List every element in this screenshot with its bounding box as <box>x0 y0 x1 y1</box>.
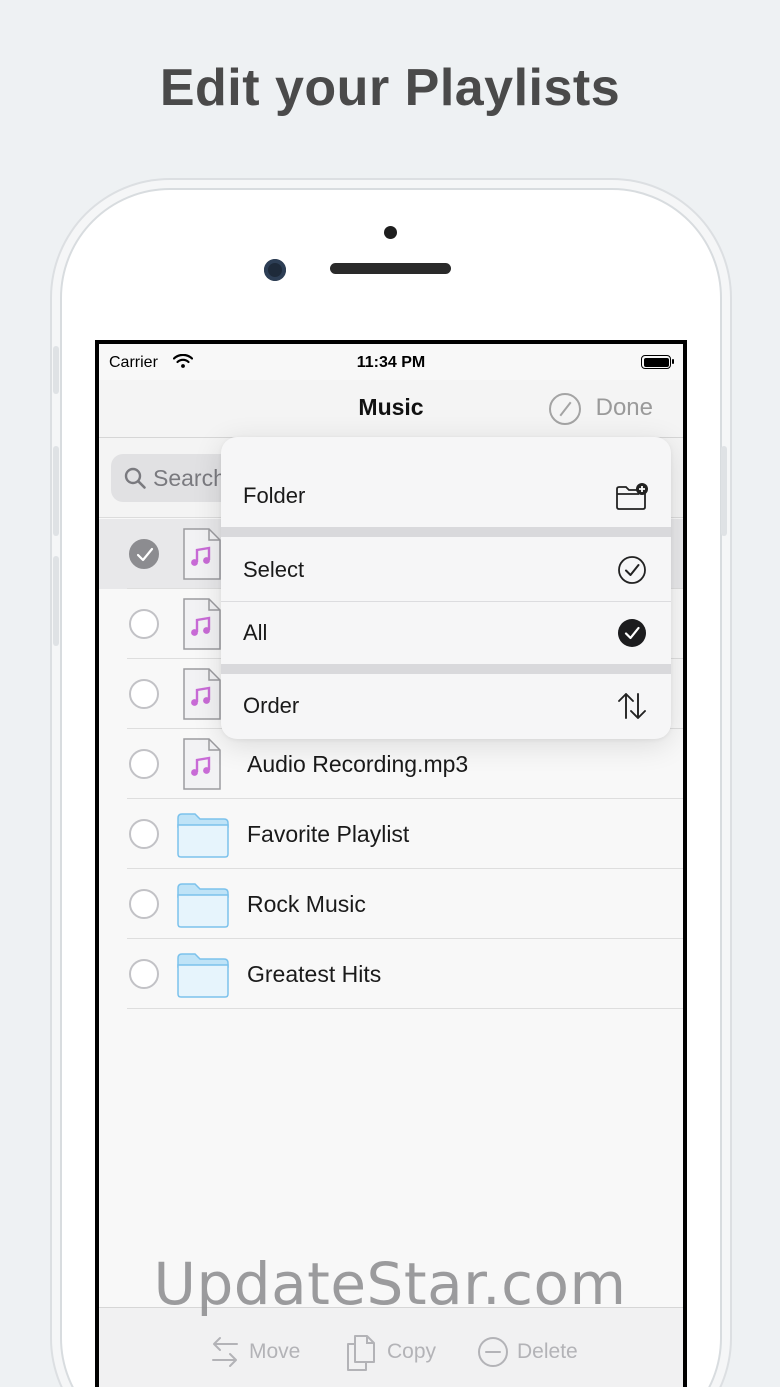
move-button[interactable]: Move <box>209 1332 309 1372</box>
volume-up-button <box>53 446 59 536</box>
menu-label: All <box>243 620 268 645</box>
menu-section-separator <box>221 527 671 537</box>
selection-check-icon[interactable] <box>129 539 159 569</box>
move-label: Move <box>249 1340 301 1363</box>
watermark-text: UpdateStar.com <box>153 1250 627 1318</box>
selection-circle-icon[interactable] <box>129 889 159 919</box>
folder-row-2[interactable]: Rock Music <box>99 869 683 939</box>
selection-circle-icon[interactable] <box>129 959 159 989</box>
selection-circle-icon[interactable] <box>129 819 159 849</box>
menu-item-select[interactable]: Select <box>221 539 671 601</box>
context-menu: Folder Select All Order <box>221 437 671 739</box>
menu-label: Folder <box>243 483 306 508</box>
search-icon <box>124 467 146 489</box>
menu-item-order[interactable]: Order <box>221 675 671 737</box>
folder-row-1[interactable]: Favorite Playlist <box>99 799 683 869</box>
move-arrows-icon <box>212 1337 238 1367</box>
new-folder-icon <box>616 483 648 510</box>
app-screen: Carrier 11:34 PM Music Done Search Audio… <box>99 344 683 1387</box>
folder-icon <box>177 813 229 858</box>
menu-item-folder[interactable]: Folder <box>221 465 671 527</box>
done-button[interactable]: Done <box>596 394 653 422</box>
menu-label: Select <box>243 557 305 582</box>
minus-circle-icon <box>478 1337 508 1367</box>
copy-icon <box>347 1335 375 1371</box>
menu-section-separator <box>221 664 671 674</box>
front-camera <box>264 259 286 281</box>
delete-button[interactable]: Delete <box>477 1332 587 1372</box>
navigation-bar: Music Done <box>99 380 683 438</box>
status-time: 11:34 PM <box>356 354 426 371</box>
audio-file-icon <box>183 528 221 580</box>
search-placeholder: Search <box>153 465 226 491</box>
check-circle-icon <box>618 556 646 584</box>
file-row-4[interactable]: Audio Recording.mp3 <box>99 729 683 799</box>
folder-name: Favorite Playlist <box>247 821 410 847</box>
folder-row-3[interactable]: Greatest Hits <box>99 939 683 1009</box>
status-bar: Carrier 11:34 PM <box>99 344 683 380</box>
proximity-sensor <box>384 226 397 239</box>
power-button <box>721 446 727 536</box>
audio-file-icon <box>183 738 221 790</box>
phone-screen: Carrier 11:34 PM Music Done Search Audio… <box>95 340 687 1387</box>
selection-circle-icon[interactable] <box>129 749 159 779</box>
sort-arrows-icon <box>618 693 646 719</box>
headline: Edit your Playlists <box>159 59 621 117</box>
folder-icon <box>177 953 229 998</box>
battery-icon <box>641 355 674 369</box>
menu-label: Order <box>243 693 300 718</box>
mute-switch <box>53 346 59 394</box>
earpiece-speaker <box>330 263 451 274</box>
audio-file-icon <box>183 598 221 650</box>
audio-file-icon <box>183 668 221 720</box>
bottom-toolbar: Move Copy Delete <box>99 1307 683 1387</box>
file-name: Audio Recording.mp3 <box>247 751 469 777</box>
menu-item-all[interactable]: All <box>221 602 671 664</box>
delete-label: Delete <box>517 1340 578 1363</box>
volume-down-button <box>53 556 59 646</box>
folder-icon <box>177 883 229 928</box>
folder-name: Rock Music <box>247 891 366 917</box>
copy-label: Copy <box>387 1340 437 1363</box>
folder-name: Greatest Hits <box>247 961 382 987</box>
filled-check-circle-icon <box>618 619 646 647</box>
selection-circle-icon[interactable] <box>129 679 159 709</box>
compass-icon[interactable] <box>549 393 581 425</box>
selection-circle-icon[interactable] <box>129 609 159 639</box>
copy-button[interactable]: Copy <box>345 1332 445 1372</box>
